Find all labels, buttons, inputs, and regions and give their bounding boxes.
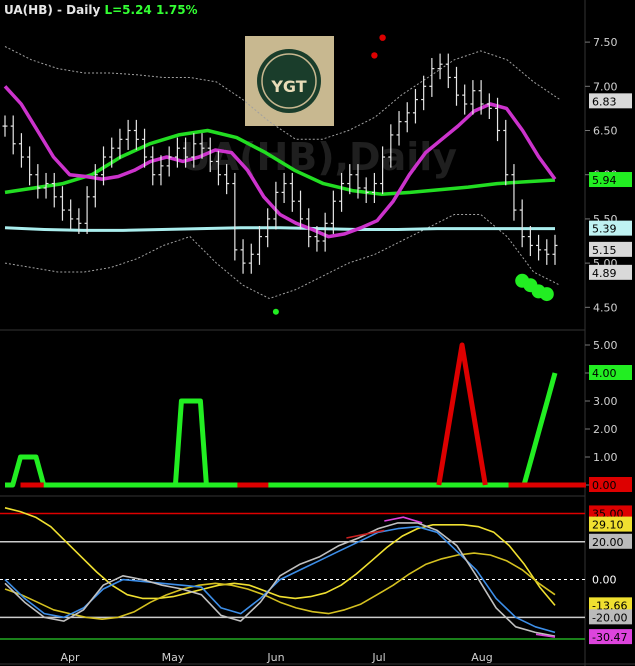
step-y-tick-label: 1.00: [593, 451, 618, 464]
x-axis-label: Jul: [371, 651, 385, 664]
x-axis-label: Jun: [266, 651, 284, 664]
price-y-tick-label: 4.50: [593, 301, 618, 314]
chart-header: UA(HB) - Daily L=5.24 1.75%: [4, 3, 198, 17]
step-y-tick-label: 3.00: [593, 395, 618, 408]
price-value-tag-label: 5.39: [592, 223, 617, 236]
price-value-tag-label: 5.15: [592, 244, 617, 257]
price-y-tick-label: 7.00: [593, 80, 618, 93]
price-y-tick-label: 6.50: [593, 125, 618, 138]
x-axis-label: Apr: [60, 651, 80, 664]
price-watermark: UA(HB),Daily: [180, 135, 457, 179]
step-value-tag-label: 4.00: [592, 367, 617, 380]
step-y-tick-label: 2.00: [593, 423, 618, 436]
x-axis-label: Aug: [471, 651, 492, 664]
oscillator-value-tag-label: 20.00: [592, 536, 624, 549]
logo-text: YGT: [270, 77, 306, 96]
price-y-tick-label: 7.50: [593, 36, 618, 49]
x-axis-label: May: [162, 651, 185, 664]
price-value-tag-label: 4.89: [592, 267, 617, 280]
chart-area: UA(HB),DailyYGT7.507.006.506.005.505.004…: [0, 0, 635, 666]
green-signal-dot: [539, 287, 554, 302]
chart-title: UA(HB) - Daily: [4, 3, 101, 17]
step-value-tag-label: 0.00: [592, 479, 617, 492]
price-value-tag-label: 6.83: [592, 95, 617, 108]
step-y-tick-label: 5.00: [593, 339, 618, 352]
oscillator-value-tag-label: 29.10: [592, 519, 624, 532]
oscillator-value-tag-label: -20.00: [592, 611, 627, 624]
red-signal-dot: [371, 52, 378, 59]
last-price-label: L=5.24: [104, 3, 152, 17]
change-percent-label: 1.75%: [155, 3, 198, 17]
red-signal-dot: [379, 34, 386, 41]
oscillator-value-tag-label: -30.47: [592, 631, 627, 644]
oscillator-value-tag-label: 0.00: [592, 574, 617, 587]
price-value-tag-label: 5.94: [592, 174, 617, 187]
green-signal-dot: [272, 308, 279, 315]
